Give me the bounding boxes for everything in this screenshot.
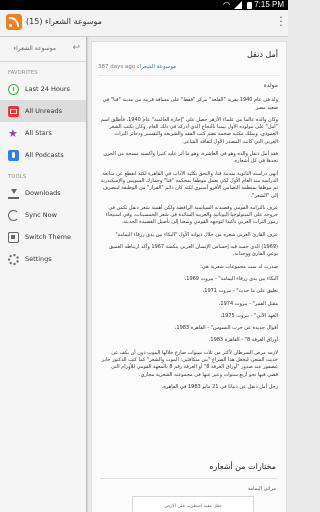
collection-item: تعليق على ما حدث" - بيروت 1971، [202, 288, 278, 295]
navigation-drawer: موسوعة الشعراء ↩ FAVORITES Last 24 Hours… [0, 37, 87, 512]
article-meta: 387 days ago موسوعة الشعراء [98, 64, 176, 70]
article-paragraph: ولد في عام 1940 بقرية "القلعة" مركز "قفط… [102, 97, 278, 111]
drawer-item-settings[interactable]: Settings [0, 248, 86, 270]
action-bar: موسوعة الشعراء (15) · · · [0, 10, 288, 37]
divider [98, 75, 280, 76]
back-arrow-icon[interactable]: ↩ [72, 43, 80, 53]
related-image[interactable]: مقل مفيد اضطرب على الارض [132, 496, 254, 512]
article-paragraph: عرف بالتزامه القومي وقصيدته السياسية الر… [105, 204, 278, 226]
article-paragraph: رحل أمل دنقل عن دنيانا في 21 مايو 1983 ف… [161, 383, 278, 390]
collection-item: أقوال جديدة عن حرب البسوس" - القاهرة 198… [174, 325, 278, 332]
collection-item: مقتل القمر" - بيروت 1974، [218, 300, 278, 307]
drawer-item-label: Settings [25, 255, 52, 263]
clock-icon [8, 83, 19, 95]
article-pane[interactable]: أمل دنقل 387 days ago موسوعة الشعراء مول… [88, 37, 288, 512]
drawer-item-label: All Stars [25, 129, 52, 137]
drawer-item-all-podcasts[interactable]: All Podcasts [0, 144, 86, 166]
article-body: مولده ولد في عام 1940 بقرية "القلعة" مرك… [100, 82, 278, 396]
collection-item: العهد الآتي" - بيروت 1975، [220, 312, 278, 319]
drawer-item-label: Switch Theme [25, 233, 71, 241]
article-paragraph: وكان والده عالما من علماء الأزهر حصل على… [100, 116, 278, 145]
app-title: موسوعة الشعراء (15) [26, 17, 102, 26]
drawer-item-downloads[interactable]: Downloads [0, 182, 86, 204]
collection-item: أوراق الغرفة 8" - القاهرة 1983. [208, 337, 278, 344]
drawer-item-all-unreads[interactable]: All Unreads [0, 100, 86, 122]
article-paragraph: (1969) الذي جسد فيه إحساس الإنسان العربي… [109, 244, 278, 258]
related-image-caption: مقل مفيد اضطرب على الارض [164, 504, 222, 509]
drawer-item-label: All Unreads [25, 107, 63, 115]
drawer-item-label: Downloads [25, 189, 61, 197]
section-favorites: FAVORITES [8, 70, 38, 76]
drawer-item-label: Last 24 Hours [25, 85, 70, 93]
drawer-item-label: All Podcasts [25, 151, 64, 159]
app-logo-icon[interactable] [6, 14, 22, 30]
overflow-menu-icon[interactable]: · · · [278, 12, 284, 31]
article-paragraph: لازمه مرض السرطان لأكثر من ثلاث سنوات صا… [101, 349, 278, 378]
drawer-item-last-24-hours[interactable]: Last 24 Hours [0, 78, 86, 100]
drawer-header-label: موسوعة الشعراء [13, 45, 56, 52]
podcast-icon [8, 149, 19, 161]
article-time: 387 days ago [98, 64, 136, 70]
sync-icon [8, 209, 19, 221]
article-paragraph: أنهى دراسته الثانوية بمدينة قنا، والتحق … [100, 170, 278, 199]
divider [100, 478, 278, 479]
selected-poems-heading: مختارات من أشعاره [209, 462, 276, 471]
signal-icon [234, 1, 242, 9]
wifi-icon: ◠ [223, 0, 230, 9]
collection-item: البكاء بين يدي زرقاء اليمامة" - بيروت 19… [184, 275, 278, 282]
unread-icon [8, 105, 19, 117]
drawer-shadow [86, 37, 89, 512]
drawer-item-switch-theme[interactable]: Switch Theme [0, 226, 86, 248]
article-paragraph: فقد أمل دنقل والده وهو في العاشرة، وهو م… [103, 151, 278, 165]
article-card: أمل دنقل 387 days ago موسوعة الشعراء مول… [91, 41, 287, 512]
drawer-item-sync-now[interactable]: Sync Now [0, 204, 86, 226]
section-tools: TOOLS [8, 174, 27, 180]
settings-icon [8, 253, 19, 265]
battery-icon [247, 2, 252, 9]
drawer-header[interactable]: موسوعة الشعراء ↩ [0, 37, 86, 62]
article-title: أمل دنقل [246, 50, 278, 59]
drawer-item-label: Sync Now [25, 211, 57, 219]
section-heading: مولده [263, 82, 278, 89]
status-time: 7:15 PM [254, 0, 284, 9]
article-paragraph: صدرت له ست مجموعات شعرية هي: [200, 263, 278, 270]
download-icon [8, 188, 19, 199]
article-source-link[interactable]: موسوعة الشعراء [137, 64, 176, 70]
status-bar: ◠ 7:15 PM [0, 0, 288, 10]
star-icon: ★ [8, 126, 18, 140]
drawer-item-all-stars[interactable]: ★ All Stars [0, 122, 86, 144]
related-item-title[interactable]: مراثي اليمامة [248, 486, 276, 492]
article-paragraph: عرف القارئ العربي شعره من خلال ديوانه ال… [115, 231, 278, 238]
theme-icon [8, 231, 19, 243]
